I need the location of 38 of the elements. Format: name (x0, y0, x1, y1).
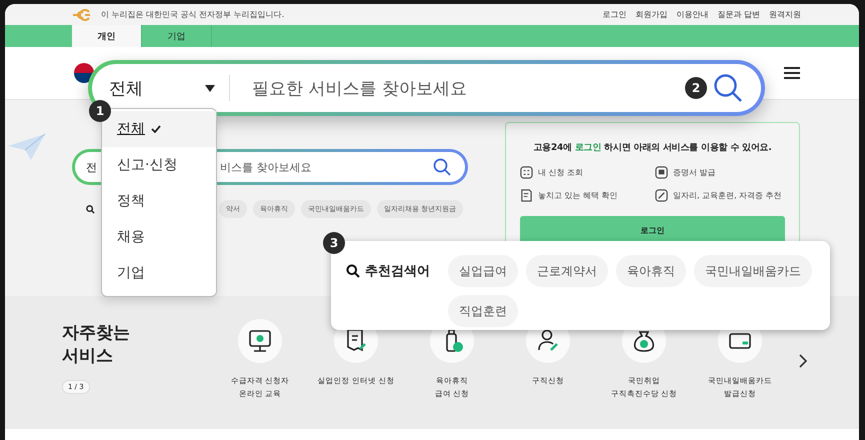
keyword-chip[interactable]: 육아휴직 (616, 255, 686, 287)
category-option[interactable]: 신고·신청 (102, 147, 216, 183)
top-link[interactable]: 로그인 (602, 9, 626, 20)
keyword-chip[interactable]: 근로계약서 (526, 255, 608, 287)
top-link[interactable]: 이용안내 (676, 9, 708, 20)
top-link[interactable]: 원격지원 (769, 9, 801, 20)
checklist-icon (520, 166, 533, 179)
government-notice: 이 누리집은 대한민국 공식 전자정부 누리집입니다. (101, 9, 284, 20)
category-option[interactable]: 채용 (102, 219, 216, 255)
category-option[interactable]: 전체 (102, 111, 216, 147)
section-title: 자주찾는 서비스 (62, 322, 130, 368)
login-service-label: 놓치고 있는 혜택 확인 (538, 190, 618, 201)
search-icon[interactable] (433, 158, 451, 176)
caret-icon[interactable] (205, 84, 215, 92)
search-icon (346, 264, 360, 278)
chevron-right-icon[interactable] (798, 354, 808, 368)
category-option[interactable]: 기업 (102, 255, 216, 291)
document-icon (520, 189, 533, 202)
monitor-icon[interactable] (238, 319, 282, 363)
login-service-label: 내 신청 조회 (538, 167, 584, 178)
search-icon (86, 204, 95, 214)
recommended-title: 추천검색어 (365, 263, 430, 280)
government-emblem-icon (72, 61, 96, 85)
top-link[interactable]: 질문과 답변 (717, 9, 760, 20)
login-service-label: 증명서 발급 (673, 167, 716, 178)
user-type-tab[interactable]: 개인 (72, 25, 142, 47)
paper-plane-icon (7, 132, 47, 162)
keyword-chip[interactable]: 국민내일배움카드 (694, 255, 812, 287)
top-link[interactable]: 회원가입 (635, 9, 668, 20)
menu-icon[interactable] (783, 66, 801, 80)
checkmark-icon (151, 125, 161, 133)
search-icon[interactable] (713, 73, 743, 103)
keyword-chip[interactable]: 실업급여 (448, 255, 518, 287)
step-badge: 2 (685, 77, 707, 99)
category-option[interactable]: 정책 (102, 183, 216, 219)
keyword-chip[interactable]: 직업훈련 (448, 295, 518, 327)
login-prompt: 고용24에 로그인 하시면 아래의 서비스를 이용할 수 있어요. (532, 142, 773, 154)
login-service-label: 일자리, 교육훈련, 자격증 추천 (673, 190, 782, 201)
